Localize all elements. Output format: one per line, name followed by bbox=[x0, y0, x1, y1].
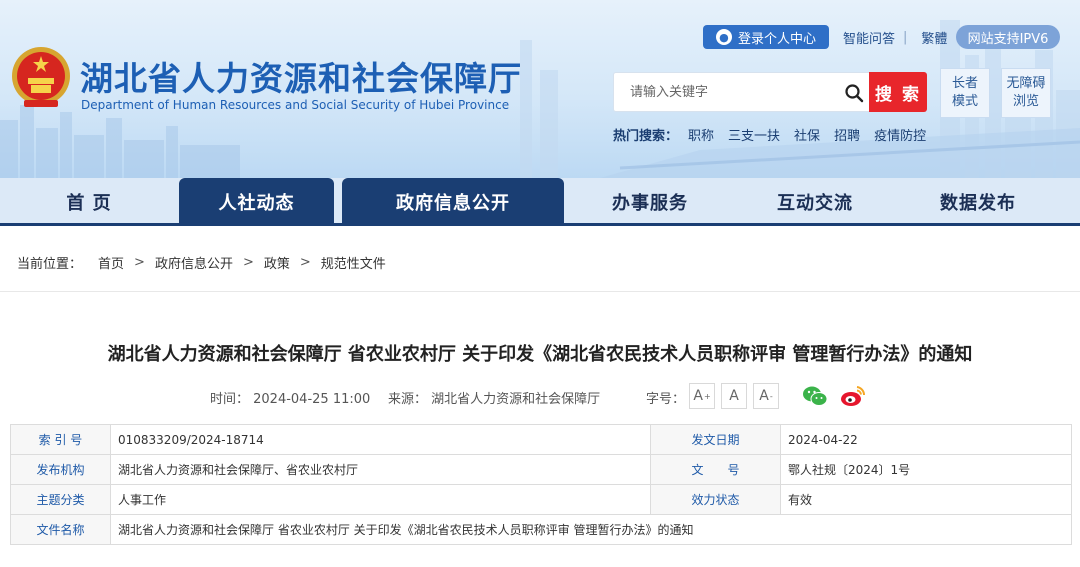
nav-interaction[interactable]: 互动交流 bbox=[735, 178, 895, 226]
hot-search-item[interactable]: 招聘 bbox=[834, 125, 860, 144]
breadcrumb-label: 当前位置： bbox=[17, 257, 83, 272]
login-label: 登录个人中心 bbox=[737, 31, 816, 47]
validity-key: 效力状态 bbox=[650, 484, 781, 515]
index-value: 010833209/2024-18714 bbox=[110, 424, 651, 455]
article-source: 来源： 湖北省人力资源和社会保障厅 bbox=[388, 392, 601, 407]
search-box bbox=[613, 72, 870, 112]
search-input[interactable] bbox=[614, 73, 834, 111]
weibo-share-icon[interactable] bbox=[840, 384, 866, 408]
table-row: 索 引 号 010833209/2024-18714 发文日期 2024-04-… bbox=[10, 424, 1072, 455]
hot-search-label: 热门搜索： bbox=[613, 129, 679, 144]
doc-number-key: 文 号 bbox=[650, 454, 781, 485]
national-emblem-icon bbox=[12, 47, 70, 107]
hot-search-item[interactable]: 职称 bbox=[688, 125, 714, 144]
user-icon: ● bbox=[715, 29, 732, 45]
accessible-browse-label: 无障碍 浏览 bbox=[1006, 76, 1046, 109]
document-info-table: 索 引 号 010833209/2024-18714 发文日期 2024-04-… bbox=[10, 424, 1072, 545]
breadcrumb-home[interactable]: 首页 bbox=[98, 253, 124, 272]
topic-value: 人事工作 bbox=[110, 484, 651, 515]
main-nav: 首 页 人社动态 政府信息公开 办事服务 互动交流 数据发布 bbox=[0, 178, 1080, 226]
accessible-browse-button[interactable]: 无障碍 浏览 bbox=[1001, 68, 1051, 118]
site-title: 湖北省人力资源和社会保障厅 bbox=[80, 59, 522, 98]
nav-services[interactable]: 办事服务 bbox=[570, 178, 730, 226]
breadcrumb-gov-info[interactable]: 政府信息公开 bbox=[155, 253, 233, 272]
search-button[interactable]: 搜 索 bbox=[869, 72, 927, 112]
login-button[interactable]: ● 登录个人中心 bbox=[703, 25, 829, 49]
smart-qa-link[interactable]: 智能问答 bbox=[843, 28, 895, 47]
issue-date-key: 发文日期 bbox=[650, 424, 781, 455]
breadcrumb-policy[interactable]: 政策 bbox=[264, 253, 290, 272]
divider bbox=[0, 291, 1080, 292]
file-name-key: 文件名称 bbox=[10, 514, 111, 545]
font-reset-label: A bbox=[729, 388, 739, 404]
hot-search-item[interactable]: 三支一扶 bbox=[728, 125, 780, 144]
breadcrumb-separator: > bbox=[242, 255, 254, 270]
site-subtitle: Department of Human Resources and Social… bbox=[81, 98, 510, 112]
ipv6-badge[interactable]: 网站支持IPV6 bbox=[956, 25, 1060, 49]
nav-data[interactable]: 数据发布 bbox=[898, 178, 1058, 226]
publisher-value: 湖北省人力资源和社会保障厅、省农业农村厅 bbox=[110, 454, 651, 485]
breadcrumb-separator: > bbox=[299, 255, 311, 270]
table-row: 发布机构 湖北省人力资源和社会保障厅、省农业农村厅 文 号 鄂人社规〔2024〕… bbox=[10, 454, 1072, 485]
hot-search-item[interactable]: 疫情防控 bbox=[874, 125, 926, 144]
publish-time: 时间： 2024-04-25 11:00 bbox=[210, 392, 371, 407]
wechat-share-icon[interactable] bbox=[802, 384, 828, 408]
font-size-label: 字号： bbox=[646, 392, 686, 407]
elder-mode-button[interactable]: 长者 模式 bbox=[940, 68, 990, 118]
font-reset-button[interactable]: A bbox=[721, 383, 747, 409]
breadcrumb: 当前位置： 首页 > 政府信息公开 > 政策 > 规范性文件 bbox=[17, 253, 386, 272]
nav-gov-info[interactable]: 政府信息公开 bbox=[342, 178, 564, 226]
breadcrumb-separator: > bbox=[134, 255, 145, 270]
doc-number-value: 鄂人社规〔2024〕1号 bbox=[780, 454, 1072, 485]
search-icon[interactable] bbox=[844, 83, 864, 103]
breadcrumb-normative-docs[interactable]: 规范性文件 bbox=[321, 253, 386, 272]
file-name-value: 湖北省人力资源和社会保障厅 省农业农村厅 关于印发《湖北省农民技术人员职称评审 … bbox=[110, 514, 1072, 545]
link-divider: | bbox=[903, 29, 908, 45]
publisher-key: 发布机构 bbox=[10, 454, 111, 485]
table-row: 主题分类 人事工作 效力状态 有效 bbox=[10, 484, 1072, 515]
traditional-chinese-link[interactable]: 繁體 bbox=[921, 28, 947, 47]
font-decrease-button[interactable]: A- bbox=[753, 383, 779, 409]
issue-date-value: 2024-04-22 bbox=[780, 424, 1072, 455]
hot-search: 热门搜索： 职称 三支一扶 社保 招聘 疫情防控 bbox=[613, 125, 926, 144]
font-increase-label: A bbox=[693, 388, 703, 404]
article-title: 湖北省人力资源和社会保障厅 省农业农村厅 关于印发《湖北省农民技术人员职称评审 … bbox=[107, 344, 973, 365]
validity-value: 有效 bbox=[780, 484, 1072, 515]
index-key: 索 引 号 bbox=[10, 424, 111, 455]
font-increase-button[interactable]: A + bbox=[689, 383, 715, 409]
elder-mode-label: 长者 模式 bbox=[951, 76, 978, 109]
font-decrease-label: A bbox=[759, 388, 769, 404]
top-links: ● 登录个人中心 智能问答 | 繁體 bbox=[703, 25, 947, 49]
site-header: 湖北省人力资源和社会保障厅 Department of Human Resour… bbox=[0, 0, 1080, 178]
nav-news[interactable]: 人社动态 bbox=[179, 178, 334, 226]
hot-search-item[interactable]: 社保 bbox=[794, 125, 820, 144]
topic-key: 主题分类 bbox=[10, 484, 111, 515]
nav-home[interactable]: 首 页 bbox=[0, 178, 178, 226]
table-row: 文件名称 湖北省人力资源和社会保障厅 省农业农村厅 关于印发《湖北省农民技术人员… bbox=[10, 514, 1072, 545]
